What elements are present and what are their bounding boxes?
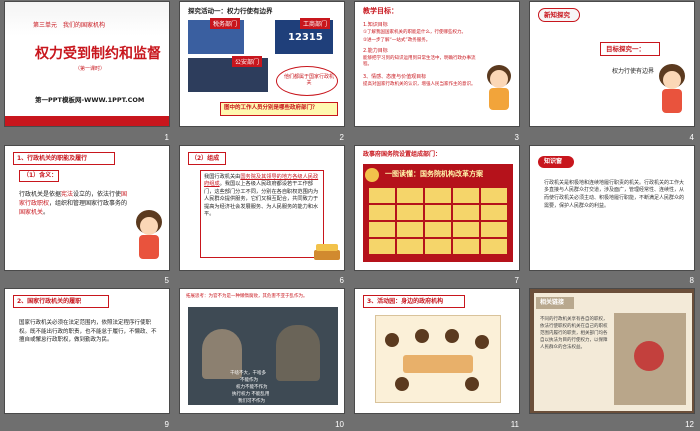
industry-label: 工商部门 bbox=[300, 18, 331, 29]
slide-number: 7 bbox=[514, 276, 519, 286]
slide-number: 4 bbox=[689, 132, 694, 142]
subtitle-line: 执行权力 不能乱用 bbox=[232, 392, 270, 398]
cartoon-character bbox=[487, 65, 511, 110]
slide-number: 3 bbox=[514, 132, 519, 142]
slide-thumbnail-5[interactable]: 1、行政机关的职能及履行 （1）含义： 行政机关是依据宪法设立的，依法行使国家行… bbox=[0, 144, 175, 288]
slide-thumbnail-3[interactable]: 教学目标： 1.知识目标 ①了解我国国家机关的职能是什么，行使哪些权力。 ②进一… bbox=[350, 0, 525, 144]
slide-number: 9 bbox=[164, 419, 169, 429]
footer-text: 第一PPT模板网-WWW.1PPT.COM bbox=[35, 96, 145, 104]
slide-heading: 教学目标： bbox=[363, 7, 398, 15]
slide-subtitle: （第一课时） bbox=[75, 66, 106, 72]
slide-number: 10 bbox=[335, 419, 344, 429]
question-caption: 图中的工作人员分别是哪些政府部门？ bbox=[224, 105, 318, 111]
slide-thumbnail-10[interactable]: 拓展思考：为官不为是一种懒惰腐败，其危害不亚于乱作为。 干啥不大，干啥多 不能作… bbox=[175, 287, 350, 431]
slide-title: 权力受到制约和监督 bbox=[35, 46, 161, 62]
unit-label: 第三单元 我们的国家机构 bbox=[33, 22, 106, 29]
goal-line: ①了解我国国家机关的职能是什么，行使哪些权力。 bbox=[363, 30, 467, 35]
emblem-icon bbox=[365, 167, 379, 182]
slide-heading: 政事府国务院设置组成部门： bbox=[363, 150, 442, 158]
slide-number: 2 bbox=[339, 132, 344, 142]
slide-subheading: （1）含义： bbox=[23, 171, 58, 179]
body-text: 不同的行政机关享有各自的职权，依法行使职权的机关在自己的职权范围内履行的职责，相… bbox=[540, 317, 608, 351]
slide-thumbnail-11[interactable]: 3、活动园：身边的政府机构 11 bbox=[350, 287, 525, 431]
slide-thumbnail-6[interactable]: （2）组成 我国行政机关由国务院及其领导的地方各级人民政府组成。我国以上各级人民… bbox=[175, 144, 350, 288]
speech-bubble: 他们都属于国家行政机关 bbox=[284, 74, 335, 87]
subtitle-line: 不能作为 bbox=[240, 378, 258, 384]
slide-heading: 拓展思考：为官不为是一种懒惰腐败，其危害不亚于乱作为。 bbox=[186, 294, 308, 300]
tax-label: 税务部门 bbox=[210, 18, 241, 29]
slide-sorter-grid: 第三单元 我们的国家机构 权力受到制约和监督 （第一课时） 第一PPT模板网-W… bbox=[0, 0, 700, 431]
subtitle-line: 干啥不大，干啥多 bbox=[230, 371, 266, 377]
subtitle-line: 权力不能不作为 bbox=[236, 385, 268, 391]
slide-thumbnail-1[interactable]: 第三单元 我们的国家机构 权力受到制约和监督 （第一课时） 第一PPT模板网-W… bbox=[0, 0, 175, 144]
slide-number: 8 bbox=[689, 276, 694, 286]
subtitle-line: 我们可不作为 bbox=[238, 399, 265, 405]
goal-line: ②进一步了解“一站式”政务服务。 bbox=[363, 38, 431, 43]
slide-number: 5 bbox=[164, 276, 169, 286]
slide-heading: 探究活动一：权力行使有边界 bbox=[188, 7, 273, 15]
hotline-number: 12315 bbox=[288, 32, 323, 43]
slide-heading: （2）组成 bbox=[191, 154, 220, 162]
ministry-grid bbox=[369, 187, 507, 254]
body-text: 国家行政机关必须在法定范围内，依照法定程序行使职权。既不能出行政的职责，也不能怠… bbox=[19, 320, 157, 344]
cartoon-character bbox=[659, 64, 685, 113]
books-icon bbox=[314, 249, 340, 260]
slide-heading: 3、活动园：身边的政府机构 bbox=[367, 298, 444, 306]
goal-heading-3: 3、情感、态度与价值观目标 bbox=[363, 74, 427, 80]
body-text: 行政机关是积极地和连续地履行职责的机关。行政机关的工作大多直接与人民群众打交道，… bbox=[544, 179, 685, 209]
body-text: 我国行政机关由国务院及其领导的地方各级人民政府组成。我国以上各级人民政府都设若干… bbox=[204, 173, 319, 218]
slide-heading: 相关链接 bbox=[540, 299, 565, 307]
cartoon-character bbox=[136, 209, 162, 259]
goal-heading-2: 2.能力目标 bbox=[363, 48, 388, 54]
goal-line: 能够把学习到的知识运用到日常生活中，明确行政办事流程。 bbox=[363, 56, 476, 67]
slide-heading: 新知探究 bbox=[544, 11, 570, 19]
body-text: 行政机关是依据宪法设立的，依法行使国家行政职权，组织和管理国家行政事务的国家机关… bbox=[19, 190, 128, 217]
slide-heading: 2、国家行政机关的履职 bbox=[17, 298, 82, 306]
banner-title: 一图读懂：国务院机构改革方案 bbox=[385, 169, 483, 178]
slide-thumbnail-7[interactable]: 政事府国务院设置组成部门： 一图读懂：国务院机构改革方案 7 bbox=[350, 144, 525, 288]
slide-number: 1 bbox=[164, 132, 169, 142]
goal-text: 权力行使有边界 bbox=[612, 68, 655, 75]
slide-number: 12 bbox=[685, 419, 694, 429]
slide-thumbnail-8[interactable]: 知识窗 行政机关是积极地和连续地履行职责的机关。行政机关的工作大多直接与人民群众… bbox=[525, 144, 700, 288]
slide-thumbnail-2[interactable]: 探究活动一：权力行使有边界 税务部门 工商部门 12315 公安部门 他们都属于… bbox=[175, 0, 350, 144]
police-label: 公安部门 bbox=[232, 56, 263, 67]
goal-box: 目标探究一： bbox=[606, 45, 645, 53]
slide-thumbnail-4[interactable]: 新知探究 目标探究一： 权力行使有边界 4 bbox=[525, 0, 700, 144]
slide-number: 11 bbox=[510, 419, 519, 429]
goal-line: 提高对国家行政机关的认识，增强人民当家作主的意识。 bbox=[363, 82, 476, 87]
slide-thumbnail-12[interactable]: 相关链接 不同的行政机关享有各自的职权，依法行使职权的机关在自己的职权范围内履行… bbox=[525, 287, 700, 431]
slide-heading: 1、行政机关的职能及履行 bbox=[17, 154, 88, 162]
slide-thumbnail-9[interactable]: 2、国家行政机关的履职 国家行政机关必须在法定范围内，依照法定程序行使职权。既不… bbox=[0, 287, 175, 431]
goal-heading-1: 1.知识目标 bbox=[363, 22, 388, 28]
slide-number: 6 bbox=[339, 276, 344, 286]
slide-heading: 知识窗 bbox=[544, 157, 563, 165]
